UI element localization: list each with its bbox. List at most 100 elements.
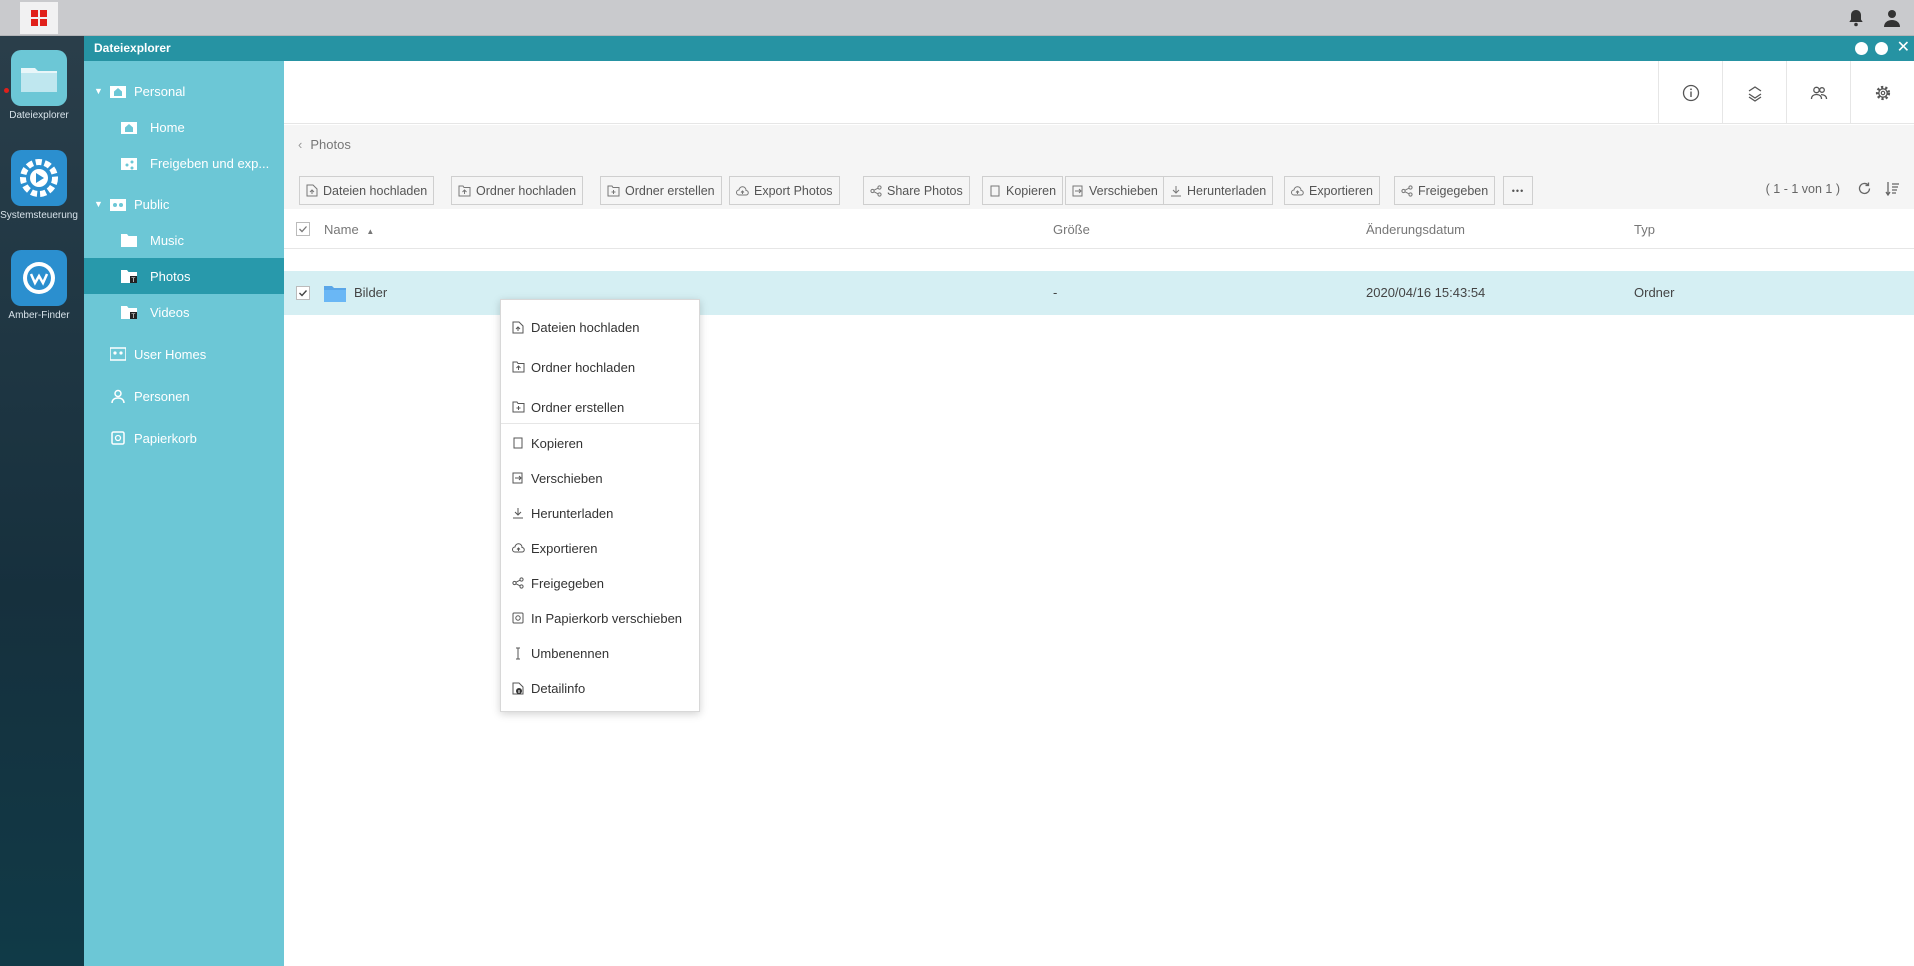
task-stack-button[interactable]	[1722, 61, 1786, 124]
export-photos-button[interactable]: Export Photos	[729, 176, 840, 205]
dock-app-system-control[interactable]: Systemsteuerung	[0, 150, 78, 221]
button-label: Kopieren	[1006, 183, 1057, 198]
cloud-upload-icon	[736, 185, 749, 195]
breadcrumb-item[interactable]: ‹ Photos	[298, 137, 351, 152]
start-menu-button[interactable]	[20, 2, 58, 34]
row-checkbox[interactable]	[296, 286, 310, 300]
menu-item-label: Detailinfo	[531, 680, 586, 696]
ctx-download[interactable]: Herunterladen	[501, 498, 699, 528]
info-button[interactable]	[1658, 61, 1722, 124]
ctx-create-folder[interactable]: Ordner erstellen	[501, 392, 699, 422]
button-label: Herunterladen	[1187, 183, 1267, 198]
dock-app-amber-finder[interactable]: Amber-Finder	[0, 250, 78, 321]
menu-item-label: In Papierkorb verschieben	[531, 610, 683, 626]
column-header-name[interactable]: Name ▲	[324, 222, 374, 237]
window-title: Dateiexplorer	[94, 41, 171, 55]
trash-icon	[111, 431, 125, 445]
sidebar-item-personal[interactable]: ▼ Personal	[84, 73, 284, 109]
settings-button[interactable]	[1850, 61, 1914, 124]
column-header-type[interactable]: Typ	[1634, 222, 1655, 237]
context-menu: Dateien hochladen Ordner hochladen Ordne…	[500, 299, 700, 712]
ctx-rename[interactable]: Umbenennen	[501, 638, 699, 668]
move-button[interactable]: Verschieben	[1065, 176, 1165, 205]
caret-down-icon[interactable]: ▼	[94, 199, 103, 209]
column-header-modified[interactable]: Änderungsdatum	[1366, 222, 1465, 237]
sidebar-item-share-export[interactable]: Freigeben und exp...	[84, 145, 284, 181]
sidebar-item-photos[interactable]: T Photos	[84, 258, 284, 294]
ctx-upload-files[interactable]: Dateien hochladen	[501, 312, 699, 342]
sidebar-item-recycle-bin[interactable]: Papierkorb	[84, 420, 284, 456]
sidebar-item-public[interactable]: ▼ Public	[84, 186, 284, 222]
sidebar: ▼ Personal Home Freigeben und exp... ▼ P…	[84, 61, 284, 966]
gear-app-icon	[11, 150, 67, 206]
cloud-upload-icon	[512, 543, 525, 553]
desktop-dock: Dateiexplorer Systemsteuerung Amber-Find…	[0, 36, 84, 966]
ctx-copy[interactable]: Kopieren	[501, 428, 699, 458]
maximize-button[interactable]	[1875, 42, 1888, 55]
sidebar-item-label: Public	[134, 196, 170, 212]
upload-files-button[interactable]: Dateien hochladen	[299, 176, 435, 205]
select-all-checkbox[interactable]	[296, 222, 310, 236]
create-folder-button[interactable]: Ordner erstellen	[600, 176, 722, 205]
gear-icon	[1875, 85, 1890, 100]
ctx-share[interactable]: Freigegeben	[501, 568, 699, 598]
folder-add-icon	[607, 185, 620, 196]
column-label: Name	[324, 222, 359, 237]
upload-folder-button[interactable]: Ordner hochladen	[451, 176, 584, 205]
share-photos-button[interactable]: Share Photos	[863, 176, 970, 205]
more-options-button[interactable]: •••	[1503, 176, 1533, 205]
chevron-left-icon[interactable]: ‹	[298, 137, 302, 152]
copy-icon	[513, 437, 523, 449]
notification-bell-icon[interactable]	[1846, 8, 1866, 28]
menu-item-label: Dateien hochladen	[531, 319, 640, 335]
sidebar-item-videos[interactable]: T Videos	[84, 294, 284, 330]
sidebar-item-persons[interactable]: Personen	[84, 378, 284, 414]
close-icon[interactable]: ✕	[1897, 38, 1910, 58]
export-button[interactable]: Exportieren	[1284, 176, 1380, 205]
copy-icon	[990, 185, 1000, 196]
file-name: Bilder	[354, 285, 388, 300]
sidebar-item-user-homes[interactable]: User Homes	[84, 336, 284, 372]
download-button[interactable]: Herunterladen	[1163, 176, 1274, 205]
dock-app-file-explorer[interactable]: Dateiexplorer	[0, 50, 78, 121]
sidebar-item-label: Music	[150, 232, 184, 248]
stack-icon	[1748, 85, 1761, 102]
column-header-size[interactable]: Größe	[1053, 222, 1090, 237]
sidebar-item-music[interactable]: Music	[84, 222, 284, 258]
ctx-upload-folder[interactable]: Ordner hochladen	[501, 352, 699, 382]
menu-item-label: Umbenennen	[531, 645, 610, 661]
svg-text:T: T	[131, 277, 136, 283]
download-icon	[1171, 185, 1181, 196]
button-label: Ordner hochladen	[476, 183, 577, 198]
file-type: Ordner	[1634, 285, 1675, 300]
menu-item-label: Ordner hochladen	[531, 359, 636, 375]
sidebar-item-label: Videos	[150, 304, 190, 320]
caret-down-icon[interactable]: ▼	[94, 86, 103, 96]
checkmark-icon	[299, 290, 308, 297]
user-account-icon[interactable]	[1882, 8, 1902, 28]
ctx-move[interactable]: Verschieben	[501, 463, 699, 493]
file-upload-icon	[306, 184, 318, 197]
button-label: Verschieben	[1089, 183, 1158, 198]
sort-icon[interactable]	[1885, 181, 1900, 196]
folder-icon: T	[121, 270, 137, 283]
users-button[interactable]	[1786, 61, 1850, 124]
text-cursor-icon	[516, 647, 520, 659]
copy-button[interactable]: Kopieren	[982, 176, 1064, 205]
refresh-icon[interactable]	[1857, 181, 1872, 196]
sidebar-item-label: Home	[150, 119, 185, 135]
menu-divider	[501, 423, 699, 424]
checkmark-icon	[299, 226, 307, 233]
menu-item-label: Verschieben	[531, 470, 603, 486]
menu-item-label: Ordner erstellen	[531, 399, 625, 415]
sidebar-item-home[interactable]: Home	[84, 109, 284, 145]
button-label: Ordner erstellen	[625, 183, 715, 198]
ctx-detail-info[interactable]: Detailinfo	[501, 673, 699, 703]
minimize-button[interactable]	[1855, 42, 1868, 55]
person-icon	[111, 389, 125, 403]
shared-button[interactable]: Freigegeben	[1394, 176, 1496, 205]
header-bar	[284, 61, 1914, 124]
ctx-export[interactable]: Exportieren	[501, 533, 699, 563]
cloud-upload-icon	[1291, 185, 1304, 195]
ctx-move-to-trash[interactable]: In Papierkorb verschieben	[501, 603, 699, 633]
